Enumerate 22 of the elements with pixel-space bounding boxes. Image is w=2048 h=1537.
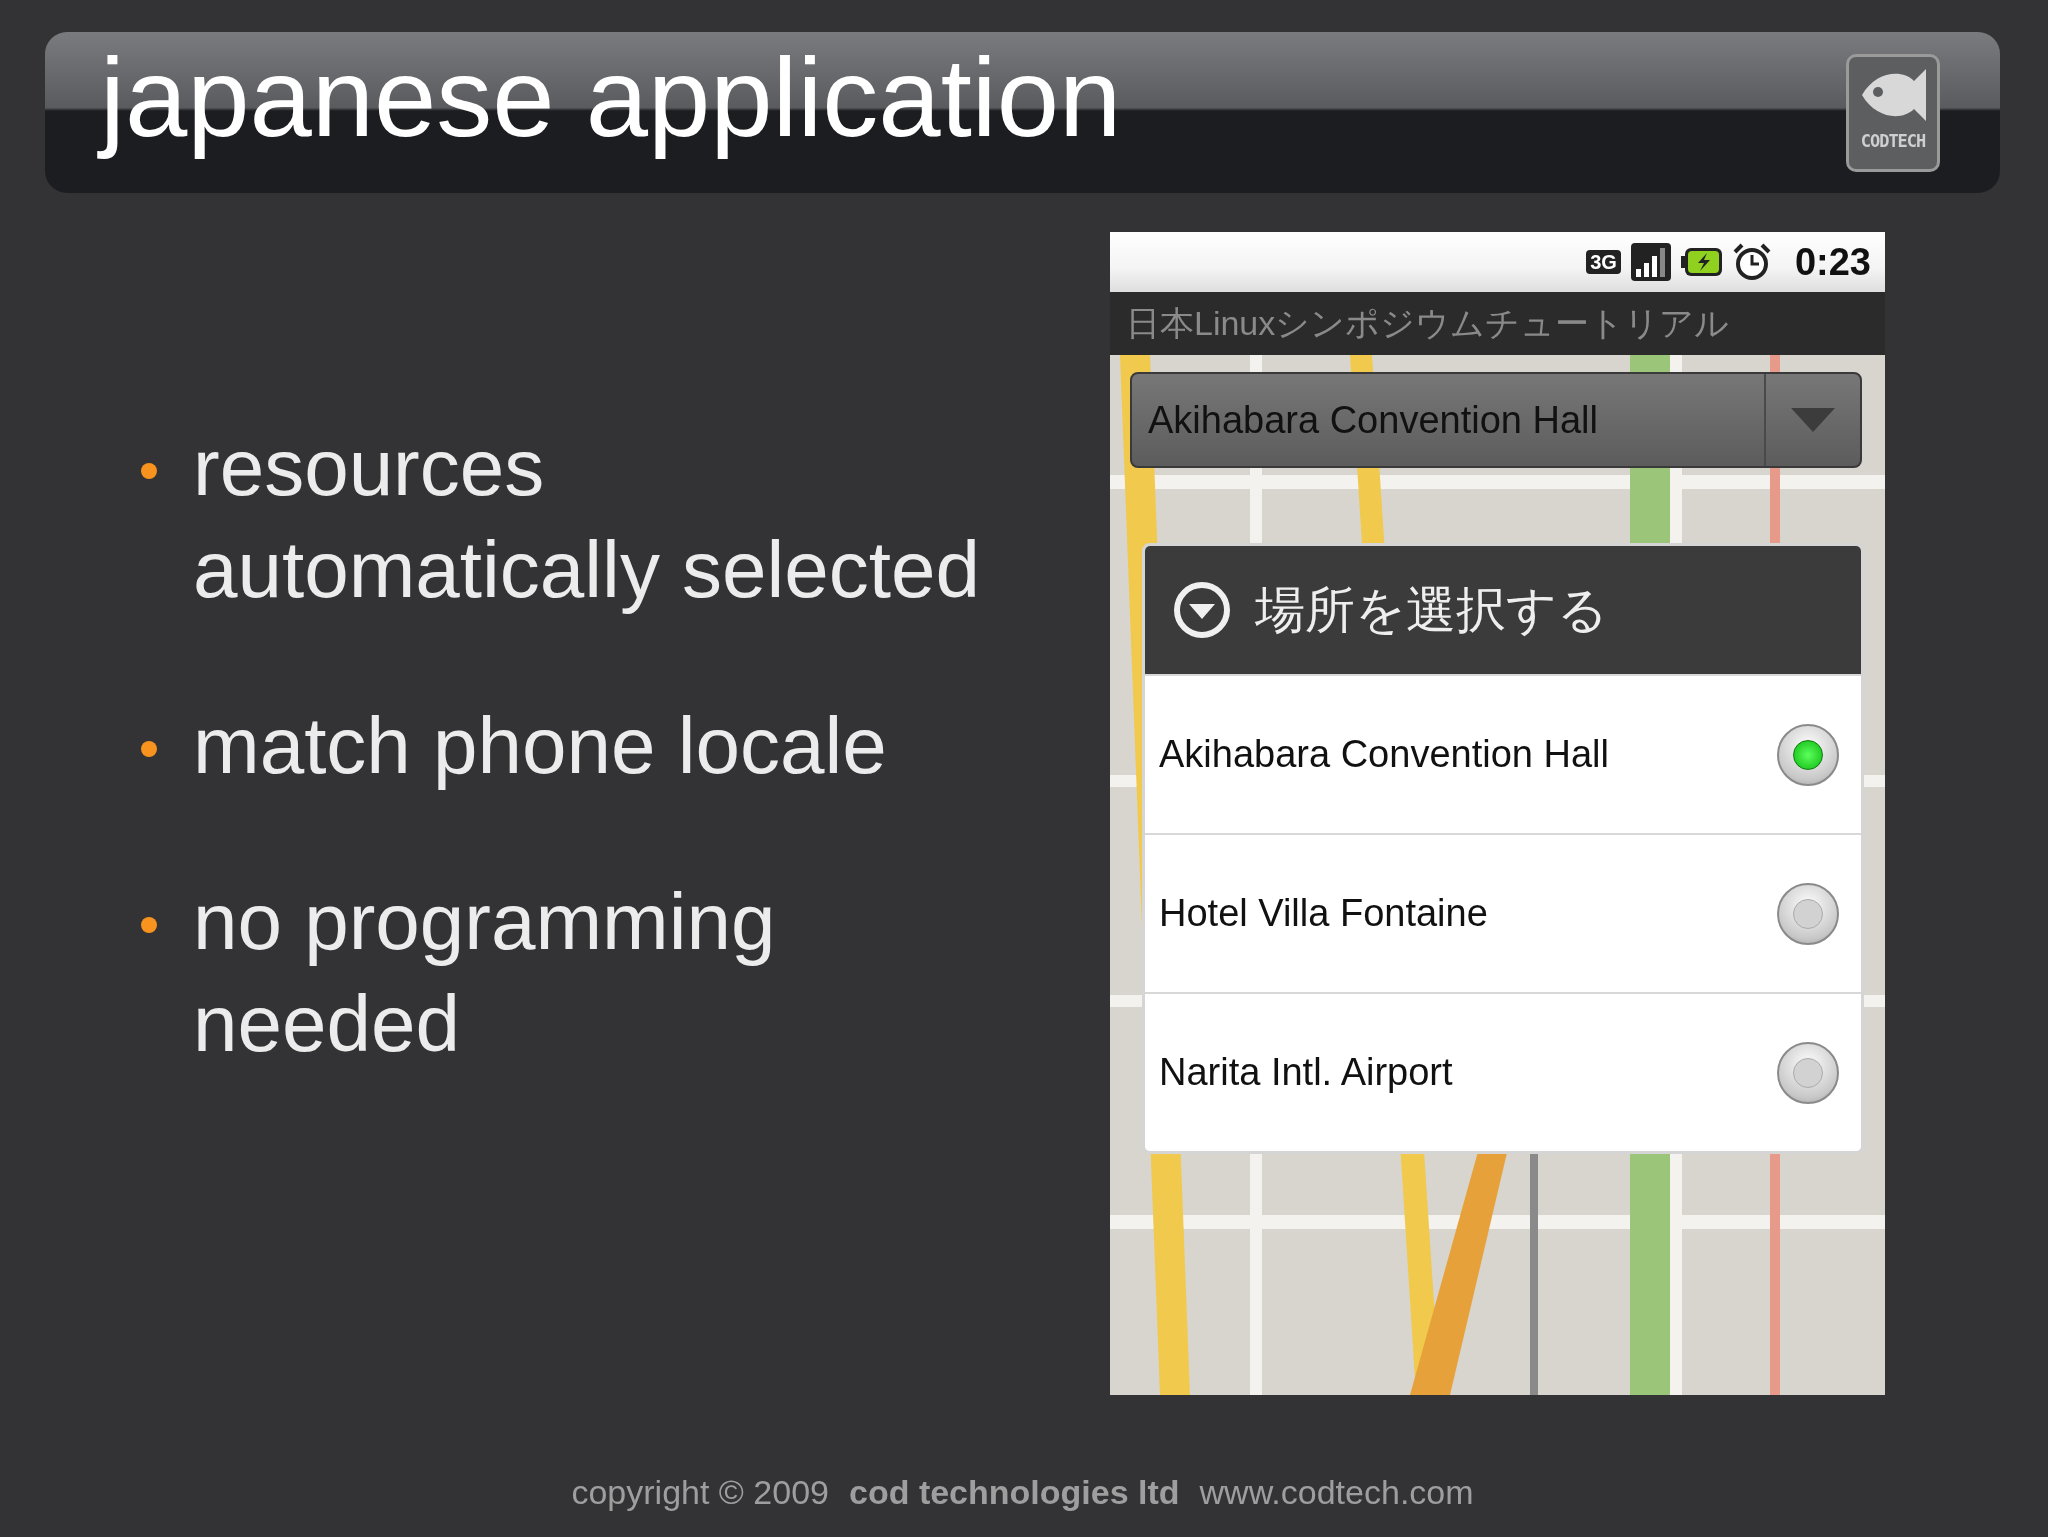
option-label: Akihabara Convention Hall — [1159, 733, 1609, 776]
bullet-dot — [141, 463, 157, 479]
dialog-title: 場所を選択する — [1255, 580, 1608, 640]
bullet-text: no programming needed — [193, 876, 776, 1070]
location-option[interactable]: Narita Intl. Airport — [1145, 992, 1861, 1151]
bullet-dot — [141, 741, 157, 757]
network-icon: 3G — [1586, 250, 1621, 274]
dropdown-circle-icon — [1173, 581, 1231, 639]
signal-icon — [1630, 243, 1671, 281]
clock-time: 0:23 — [1794, 240, 1871, 284]
bullet-dot — [141, 917, 157, 933]
app-title: 日本Linuxシンポジウムチュートリアル — [1126, 302, 1730, 344]
alarm-icon — [1732, 243, 1771, 281]
bullet-text: resources automatically selected — [193, 422, 981, 616]
logo-text: CODTECH — [1860, 130, 1926, 151]
battery-icon — [1680, 247, 1723, 277]
caret-icon — [1791, 408, 1835, 432]
copyright-text: copyright © 2009 — [571, 1473, 829, 1512]
bullet-text: match phone locale — [193, 700, 887, 792]
option-label: Hotel Villa Fontaine — [1159, 892, 1488, 935]
option-label: Narita Intl. Airport — [1159, 1051, 1453, 1094]
company-name: cod technologies ltd — [849, 1473, 1180, 1512]
